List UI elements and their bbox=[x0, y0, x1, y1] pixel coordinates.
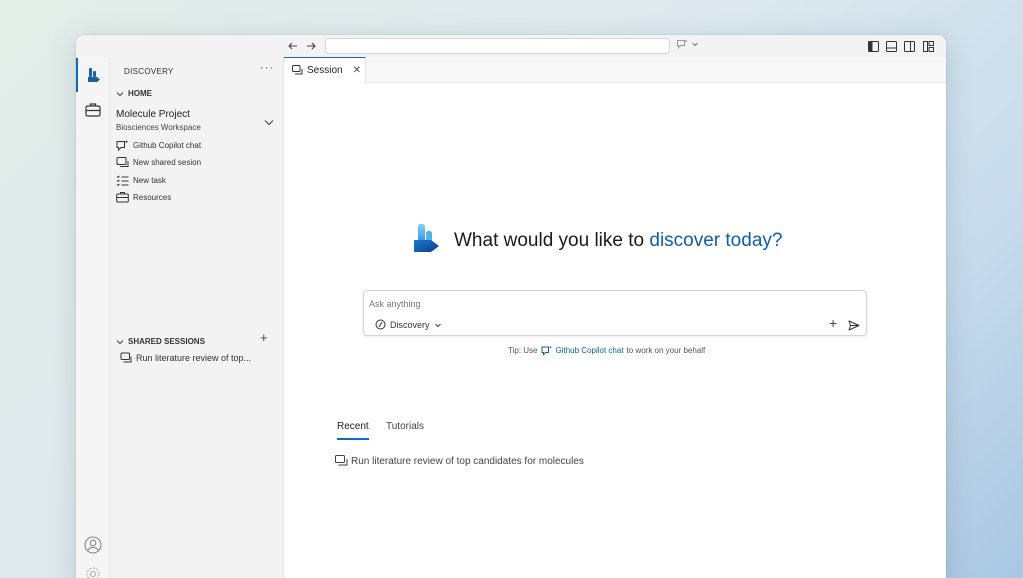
title-bar bbox=[76, 35, 946, 57]
close-tab-button[interactable]: ✕ bbox=[353, 65, 361, 76]
shared-session-label: Run literature review of top... bbox=[136, 353, 252, 363]
chevron-down-icon bbox=[692, 42, 698, 47]
layout-panel-icon bbox=[885, 40, 897, 52]
chat-bubble-icon bbox=[120, 352, 132, 363]
tab-recent[interactable]: Recent bbox=[337, 421, 369, 440]
add-shared-session-button[interactable]: + bbox=[260, 331, 268, 344]
welcome-heading: What would you like to discover today? bbox=[454, 230, 782, 252]
welcome-heading-accent: discover today? bbox=[649, 230, 783, 251]
activity-bar bbox=[76, 57, 110, 578]
settings-icon bbox=[86, 567, 100, 578]
forward-button[interactable] bbox=[303, 38, 319, 54]
sidebar-item-copilot-chat[interactable]: Github Copilot chat bbox=[116, 138, 201, 152]
sidebar-item-label: New shared sesion bbox=[133, 157, 202, 167]
sidebar-item-new-shared-session[interactable]: New shared sesion bbox=[116, 155, 201, 169]
chevron-down-icon bbox=[264, 120, 274, 126]
shared-sessions-label: SHARED SESSIONS bbox=[128, 337, 205, 346]
chevron-down-icon bbox=[434, 323, 441, 327]
briefcase-icon bbox=[85, 102, 101, 117]
shared-session-item[interactable]: Run literature review of top... bbox=[120, 352, 251, 364]
back-button[interactable] bbox=[285, 38, 301, 54]
discovery-logo-icon bbox=[88, 68, 100, 82]
send-icon bbox=[848, 320, 860, 331]
chat-bubble-icon bbox=[335, 455, 348, 466]
ask-anything-input[interactable] bbox=[369, 297, 829, 311]
toggle-primary-sidebar-button[interactable] bbox=[866, 38, 880, 54]
arrow-left-icon bbox=[288, 42, 297, 50]
customize-layout-button[interactable] bbox=[921, 38, 935, 54]
copilot-icon bbox=[677, 39, 688, 49]
address-bar[interactable] bbox=[325, 38, 670, 54]
discovery-logo-icon bbox=[414, 224, 439, 252]
mode-selector[interactable]: Discovery bbox=[375, 319, 442, 330]
briefcase-icon bbox=[116, 192, 129, 203]
chevron-down-icon bbox=[116, 339, 124, 344]
mode-label: Discovery bbox=[390, 319, 430, 330]
home-section-header[interactable]: HOME bbox=[116, 89, 152, 98]
task-list-icon bbox=[116, 175, 129, 186]
welcome-heading-prefix: What would you like to bbox=[454, 230, 650, 251]
toggle-secondary-sidebar-button[interactable] bbox=[902, 38, 916, 54]
account-icon bbox=[84, 536, 102, 554]
tip-text: Tip: Use Github Copilot chat to work on … bbox=[508, 345, 705, 356]
send-button[interactable] bbox=[848, 318, 860, 336]
sidebar-more-button[interactable]: ··· bbox=[260, 62, 274, 74]
sidebar: DISCOVERY ··· HOME Molecule Project Bios… bbox=[110, 57, 284, 578]
sidebar-item-new-task[interactable]: New task bbox=[116, 173, 166, 187]
arrow-right-icon bbox=[307, 42, 316, 50]
sidebar-item-label: Github Copilot chat bbox=[133, 140, 202, 150]
attach-button[interactable]: + bbox=[829, 315, 837, 331]
tab-session[interactable]: Session ✕ bbox=[284, 57, 366, 83]
project-expand-button[interactable] bbox=[263, 115, 275, 133]
home-section-label: HOME bbox=[128, 89, 152, 98]
copilot-menu-button[interactable] bbox=[676, 38, 699, 50]
recent-item[interactable]: Run literature review of top candidates … bbox=[335, 455, 584, 467]
chevron-down-icon bbox=[116, 91, 124, 96]
sidebar-item-resources[interactable]: Resources bbox=[116, 190, 171, 204]
recent-item-label: Run literature review of top candidates … bbox=[351, 455, 584, 467]
tab-label: Session bbox=[307, 65, 343, 76]
shared-sessions-header[interactable]: SHARED SESSIONS bbox=[116, 337, 205, 346]
project-name[interactable]: Molecule Project bbox=[116, 109, 190, 120]
tab-tutorials[interactable]: Tutorials bbox=[386, 421, 424, 438]
layout-sidebar-right-icon bbox=[903, 40, 915, 52]
toggle-panel-button[interactable] bbox=[884, 38, 898, 54]
activity-resources[interactable] bbox=[76, 92, 110, 126]
tip-suffix: to work on your behalf bbox=[626, 346, 706, 355]
copilot-chat-icon bbox=[116, 139, 129, 151]
sidebar-item-label: New task bbox=[133, 175, 166, 185]
prompt-box: Discovery + bbox=[363, 290, 867, 336]
discovery-mode-icon bbox=[375, 319, 386, 330]
customize-layout-icon bbox=[922, 40, 934, 52]
shared-session-icon bbox=[116, 156, 129, 167]
sidebar-title: DISCOVERY bbox=[124, 67, 174, 76]
project-workspace: Biosciences Workspace bbox=[116, 123, 201, 132]
activity-settings[interactable] bbox=[76, 557, 110, 578]
copilot-chat-icon bbox=[541, 346, 552, 356]
copilot-chat-link[interactable]: Github Copilot chat bbox=[556, 346, 624, 355]
chat-bubble-icon bbox=[292, 65, 303, 75]
editor-tab-bar: Session ✕ bbox=[284, 57, 946, 83]
welcome-hero: What would you like to discover today? bbox=[412, 223, 782, 259]
tip-prefix: Tip: Use bbox=[508, 346, 538, 355]
app-window: DISCOVERY ··· HOME Molecule Project Bios… bbox=[76, 35, 946, 578]
sidebar-item-label: Resources bbox=[133, 192, 172, 202]
layout-sidebar-left-icon bbox=[867, 40, 879, 52]
activity-discovery[interactable] bbox=[76, 58, 110, 92]
